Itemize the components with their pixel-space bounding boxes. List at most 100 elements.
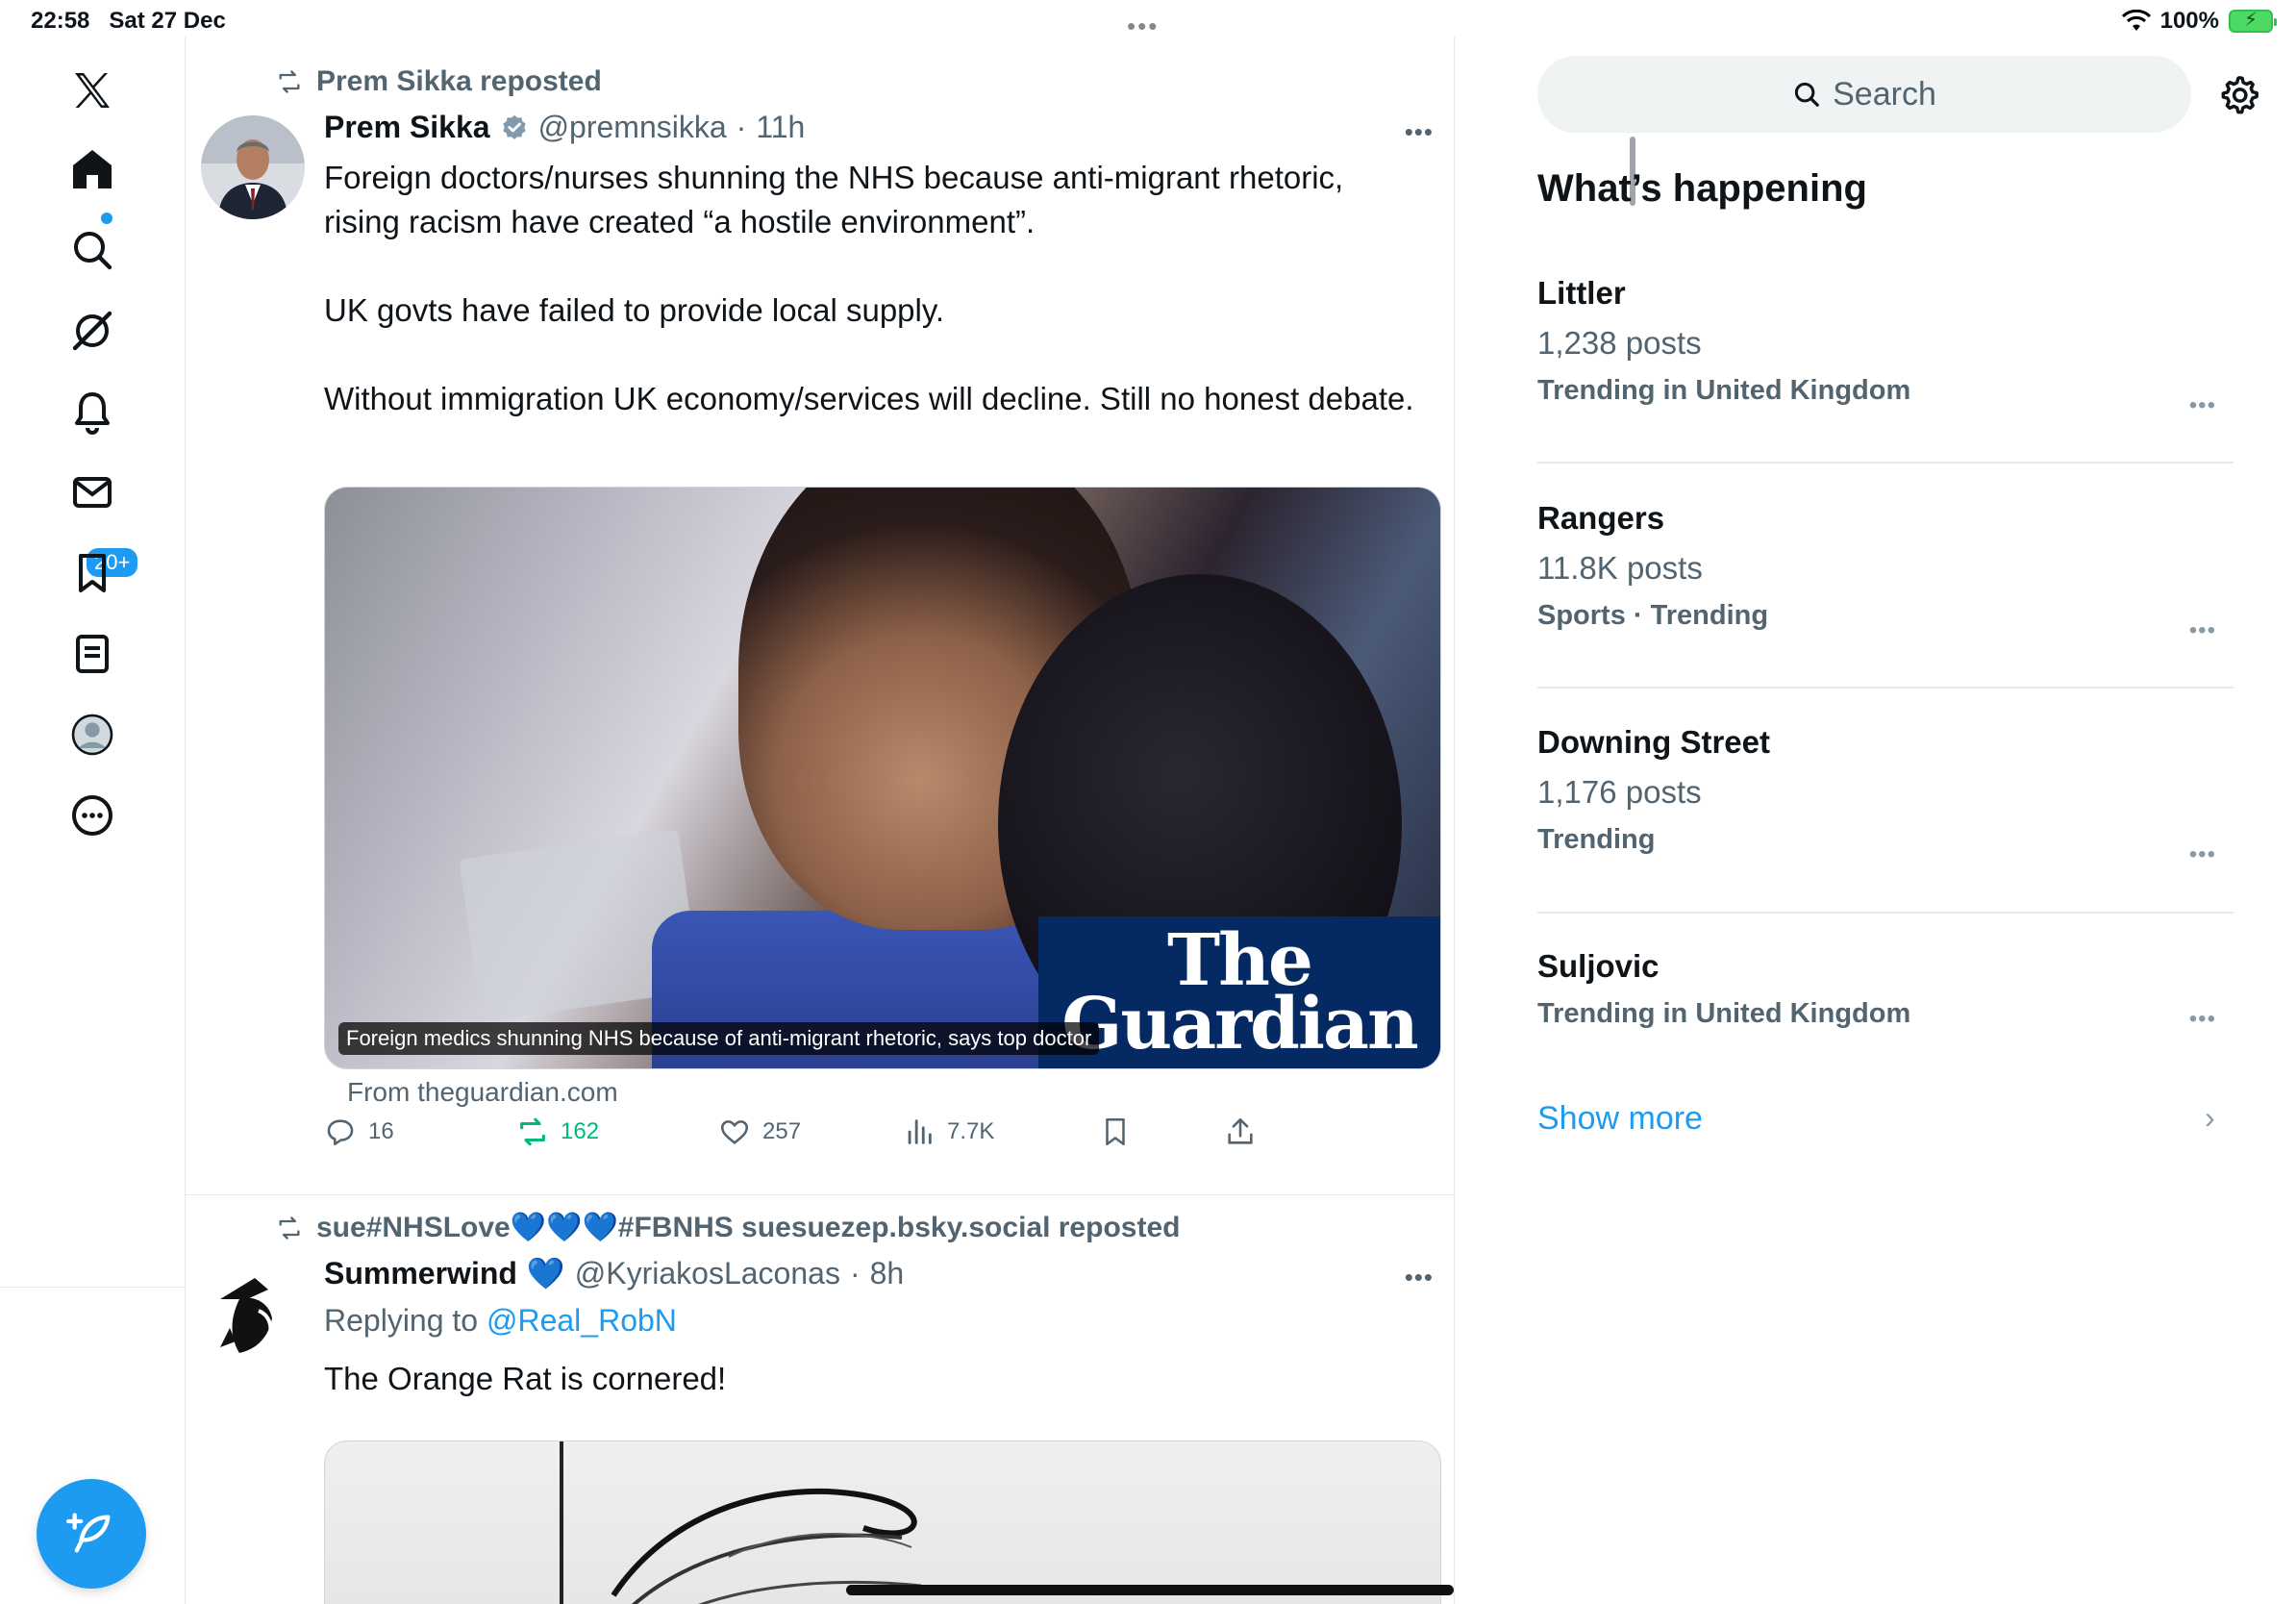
tweet-text-para-3: Without immigration UK economy/services … [324,381,1414,416]
trend-divider [1537,912,2234,914]
wifi-icon [2121,10,2151,31]
guardian-logo-line2: Guardian [1061,983,1419,1065]
tweet-author-line: Summerwind 💙 @KyriakosLaconas · 8h [324,1255,904,1291]
share-icon [1228,1117,1253,1144]
trend-posts: 1,176 posts [1537,774,1702,810]
battery-icon: ⚡ [2229,10,2277,33]
bookmark-icon [1106,1117,1125,1146]
tweet-text-para-1: Foreign doctors/nurses shunning the NHS … [324,160,1344,239]
share-button[interactable] [1224,1115,1257,1148]
trend-item[interactable]: Littler 1,238 posts Trending in United K… [1537,275,2234,418]
replying-prefix: Replying to [324,1303,479,1338]
author-name[interactable]: Prem Sikka [324,110,490,145]
repost-icon [279,1216,300,1240]
trend-divider [1537,462,2234,464]
author-emoji: 💙 [526,1256,565,1291]
like-count: 257 [762,1118,802,1144]
trend-context: Trending in United Kingdom [1537,375,1911,406]
status-time-text: 22:58 [31,8,90,34]
tweet-actions: 16 162 257 7.7K [324,1115,1324,1154]
repost-icon [279,70,300,93]
dot-separator: · [736,110,747,144]
replying-to-line: Replying to @Real_RobN [324,1303,677,1339]
compose-post-button[interactable] [37,1479,146,1589]
messages-icon[interactable] [56,456,129,529]
bookmark-button[interactable] [1099,1115,1132,1148]
replying-to-link[interactable]: @Real_RobN [487,1303,677,1338]
more-icon[interactable] [56,779,129,852]
author-name[interactable]: Summerwind [324,1256,517,1291]
trend-more-icon[interactable]: ••• [2189,841,2216,868]
trend-name: Suljovic [1537,948,1660,984]
home-indicator-bar[interactable] [846,1585,1454,1595]
right-sidebar: Search What’s happening Littler 1,238 po… [1455,37,2296,1604]
show-more-link[interactable]: Show more [1537,1100,1703,1138]
trend-posts: 1,238 posts [1537,325,1702,361]
trend-item[interactable]: Downing Street 1,176 posts Trending ••• [1537,724,2234,867]
verified-badge-icon [502,114,526,139]
tweet-time[interactable]: 8h [870,1256,905,1291]
home-icon[interactable] [56,133,129,206]
chevron-right-icon[interactable]: › [2205,1100,2215,1136]
tweet-more-options-icon[interactable]: ••• [1405,117,1434,147]
lists-icon[interactable] [56,617,129,690]
cartoon-sketch-image [560,1441,922,1604]
like-button[interactable]: 257 [718,1115,801,1148]
trend-more-icon[interactable]: ••• [2189,1006,2216,1033]
view-count: 7.7K [947,1118,995,1144]
trend-divider [1537,687,2234,689]
trend-name: Rangers [1537,500,1665,536]
trend-more-icon[interactable]: ••• [2189,617,2216,644]
trend-item[interactable]: Suljovic Trending in United Kingdom ••• [1537,948,2234,1033]
search-input[interactable]: Search [1537,56,2191,133]
author-handle[interactable]: @KyriakosLaconas [575,1256,840,1291]
repost-label[interactable]: sue#NHSLove💙💙💙#FBNHS suesuezep.bsky.soci… [316,1211,1180,1244]
settings-gear-icon[interactable] [2217,73,2261,117]
reply-icon [327,1119,354,1146]
trend-name: Littler [1537,275,1626,311]
reply-count: 16 [368,1118,394,1144]
repost-indicator: Prem Sikka reposted [276,65,602,98]
trend-context: Sports · Trending [1537,600,1769,631]
search-placeholder: Search [1833,75,1936,113]
reply-button[interactable]: 16 [324,1115,394,1148]
repost-count: 162 [561,1118,600,1144]
card-source[interactable]: From theguardian.com [347,1077,618,1108]
author-handle[interactable]: @premnsikka [538,110,727,145]
left-nav: 20+ [0,37,186,1604]
tweet-2-image[interactable] [324,1441,1441,1604]
tweet-divider [186,1194,1455,1195]
status-time: 22:58 Sat 27 Dec [31,8,226,35]
tweet-author-line: Prem Sikka @premnsikka · 11h [324,110,805,145]
views-button[interactable]: 7.7K [903,1115,994,1148]
tweet-time[interactable]: 11h [756,110,805,145]
tweet-text-para-1: The Orange Rat is cornered! [324,1361,727,1396]
repost-label[interactable]: Prem Sikka reposted [316,65,602,98]
status-right: 100% ⚡ [2121,8,2277,35]
avatar[interactable] [201,1261,305,1365]
trend-posts: 11.8K posts [1537,550,1703,586]
trend-name: Downing Street [1537,724,1771,760]
x-logo-icon[interactable] [56,54,129,127]
bookmarks-icon[interactable] [56,537,129,610]
heart-icon [720,1120,749,1144]
notifications-icon[interactable] [56,375,129,448]
tweet-text: The Orange Rat is cornered! [324,1357,1420,1401]
trend-item[interactable]: Rangers 11.8K posts Sports · Trending ••… [1537,500,2234,643]
views-chart-icon [908,1119,932,1144]
grok-icon[interactable] [56,294,129,367]
timeline-feed[interactable]: Prem Sikka reposted Prem Sikka @premnsik… [186,37,1635,1604]
repost-button[interactable]: 162 [516,1115,599,1148]
left-nav-divider [0,1287,186,1288]
search-icon[interactable] [56,213,129,287]
link-card[interactable]: The Guardian Foreign medics shunning NHS… [324,487,1441,1069]
card-headline: Foreign medics shunning NHS because of a… [338,1022,1100,1055]
avatar[interactable] [201,115,305,219]
trend-more-icon[interactable]: ••• [2189,392,2216,419]
trend-context: Trending [1537,824,1656,855]
tweet-more-options-icon[interactable]: ••• [1405,1263,1434,1292]
tweet-text-para-2: UK govts have failed to provide local su… [324,292,945,328]
repost-icon [520,1117,545,1146]
battery-percent: 100% [2159,8,2219,34]
profile-icon[interactable] [56,698,129,771]
